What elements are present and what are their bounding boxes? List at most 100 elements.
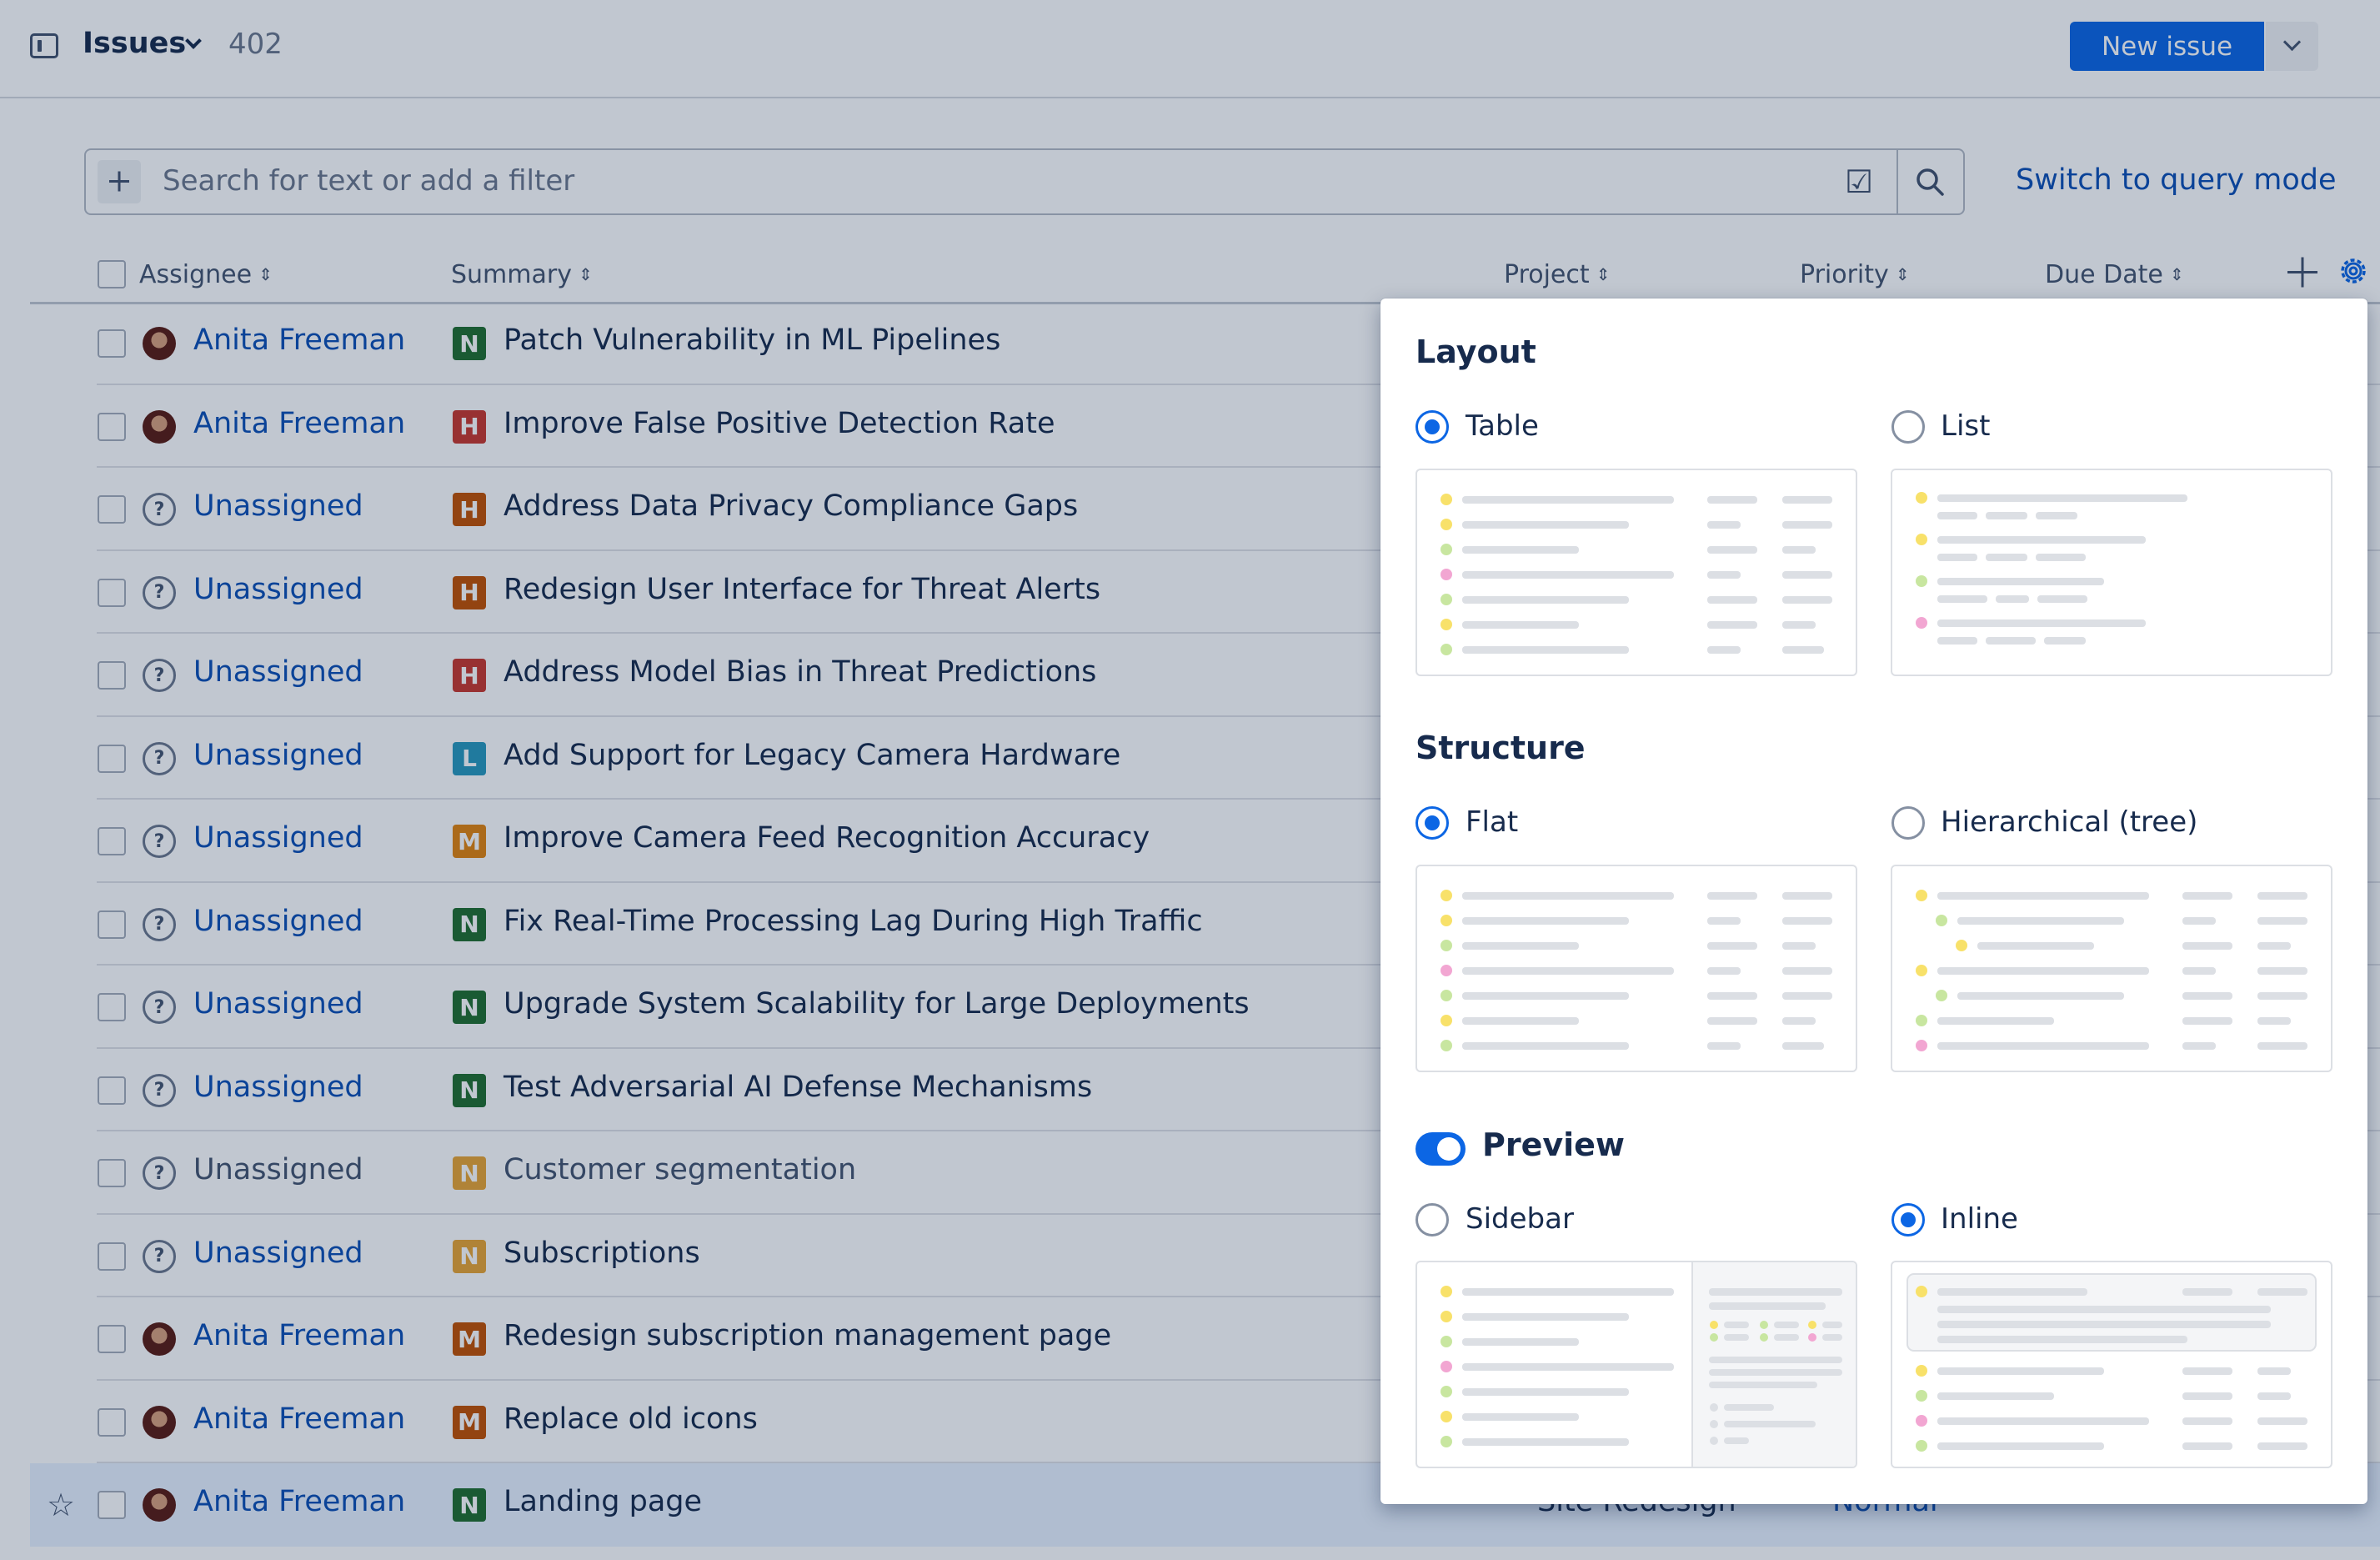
row-checkbox[interactable] (98, 993, 126, 1021)
structure-flat-radio[interactable] (1415, 806, 1449, 840)
assignee-link[interactable]: Unassigned (193, 1236, 363, 1270)
structure-flat-label[interactable]: Flat (1466, 805, 1518, 839)
sort-icon[interactable]: ⇕ (579, 266, 593, 283)
issue-summary[interactable]: Address Model Bias in Threat Predictions (504, 655, 1096, 689)
unassigned-avatar-icon: ? (143, 575, 176, 609)
page-title[interactable]: Issues (83, 27, 186, 60)
assignee-link[interactable]: Anita Freeman (193, 324, 405, 357)
row-checkbox[interactable] (98, 1159, 126, 1187)
assignee-link[interactable]: Anita Freeman (193, 407, 405, 440)
preview-toggle[interactable] (1415, 1132, 1466, 1166)
avatar (143, 1405, 176, 1439)
avatar (143, 1322, 176, 1356)
row-checkbox[interactable] (98, 1325, 126, 1353)
row-checkbox[interactable] (98, 495, 126, 524)
row-checkbox[interactable] (98, 1241, 126, 1271)
row-checkbox[interactable] (98, 1491, 126, 1519)
new-issue-button[interactable]: New issue (2070, 22, 2264, 71)
issue-summary[interactable]: Test Adversarial AI Defense Mechanisms (504, 1071, 1092, 1104)
row-checkbox[interactable] (98, 329, 126, 358)
layout-table-label[interactable]: Table (1466, 409, 1539, 443)
preview-sidebar-thumbnail[interactable] (1415, 1261, 1857, 1468)
layout-table-radio[interactable] (1415, 410, 1449, 444)
star-icon[interactable]: ☆ (47, 1488, 75, 1522)
issue-summary[interactable]: Fix Real-Time Processing Lag During High… (504, 905, 1203, 938)
sort-icon[interactable]: ⇕ (258, 266, 273, 283)
issue-summary[interactable]: Subscriptions (504, 1236, 700, 1270)
sort-icon[interactable]: ⇕ (2170, 266, 2184, 283)
saved-filter-check-icon[interactable]: ☑ (1842, 165, 1876, 198)
issue-summary[interactable]: Patch Vulnerability in ML Pipelines (504, 324, 1000, 357)
structure-tree-label[interactable]: Hierarchical (tree) (1941, 805, 2197, 839)
assignee-link[interactable]: Unassigned (193, 573, 363, 606)
priority-badge: M (453, 1322, 486, 1356)
issue-summary[interactable]: Improve Camera Feed Recognition Accuracy (504, 821, 1150, 855)
layout-list-radio[interactable] (1891, 410, 1925, 444)
thumb-rows (1907, 1273, 2317, 1452)
issue-summary[interactable]: Replace old icons (504, 1402, 758, 1436)
column-header-summary[interactable]: Summary ⇕ (451, 260, 593, 289)
row-checkbox[interactable] (98, 578, 126, 607)
sidebar-toggle-icon[interactable] (30, 33, 58, 58)
row-checkbox[interactable] (98, 412, 126, 441)
preview-sidebar-label[interactable]: Sidebar (1466, 1202, 1574, 1236)
column-header-project[interactable]: Project ⇕ (1504, 260, 1611, 289)
issue-summary[interactable]: Redesign User Interface for Threat Alert… (504, 573, 1100, 606)
layout-list-thumbnail[interactable] (1891, 469, 2332, 676)
row-checkbox[interactable] (98, 827, 126, 855)
preview-inline-thumbnail[interactable] (1891, 1261, 2332, 1468)
assignee-link[interactable]: Unassigned (193, 489, 363, 523)
add-column-icon[interactable] (2286, 255, 2319, 288)
unassigned-avatar-icon: ? (143, 659, 176, 692)
search-input[interactable]: Search for text or add a filter ☑ (84, 148, 1965, 215)
issue-summary[interactable]: Improve False Positive Detection Rate (504, 407, 1055, 440)
assignee-link[interactable]: Unassigned (193, 905, 363, 938)
issue-summary[interactable]: Add Support for Legacy Camera Hardware (504, 739, 1120, 772)
unassigned-avatar-icon: ? (143, 1156, 176, 1190)
issue-summary[interactable]: Upgrade System Scalability for Large Dep… (504, 987, 1250, 1021)
add-filter-button[interactable] (98, 160, 141, 203)
row-checkbox[interactable] (98, 744, 126, 773)
column-header-due-date[interactable]: Due Date ⇕ (2045, 260, 2184, 289)
layout-table-thumbnail[interactable] (1415, 469, 1857, 676)
row-checkbox[interactable] (98, 661, 126, 690)
preview-sidebar-radio[interactable] (1415, 1203, 1449, 1236)
issue-summary[interactable]: Landing page (504, 1485, 702, 1518)
chevron-down-icon[interactable] (185, 33, 202, 49)
assignee-link[interactable]: Anita Freeman (193, 1485, 405, 1518)
assignee-link[interactable]: Unassigned (193, 1071, 363, 1104)
assignee-link[interactable]: Unassigned (193, 1153, 363, 1186)
preview-inline-label[interactable]: Inline (1941, 1202, 2018, 1236)
assignee-link[interactable]: Unassigned (193, 987, 363, 1021)
row-checkbox[interactable] (98, 910, 126, 939)
assignee-link[interactable]: Anita Freeman (193, 1319, 405, 1352)
priority-badge: N (453, 1073, 486, 1107)
issue-summary[interactable]: Address Data Privacy Compliance Gaps (504, 489, 1078, 523)
sort-icon[interactable]: ⇕ (1896, 266, 1910, 283)
issue-summary[interactable]: Redesign subscription management page (504, 1319, 1111, 1352)
column-header-priority[interactable]: Priority ⇕ (1800, 260, 1910, 289)
layout-list-label[interactable]: List (1941, 409, 1990, 443)
row-checkbox[interactable] (98, 1076, 126, 1105)
structure-flat-thumbnail[interactable] (1415, 865, 1857, 1072)
issue-summary[interactable]: Customer segmentation (504, 1153, 856, 1186)
sort-icon[interactable]: ⇕ (1596, 266, 1611, 283)
column-header-assignee[interactable]: Assignee ⇕ (139, 260, 273, 289)
assignee-link[interactable]: Unassigned (193, 821, 363, 855)
column-label: Summary (451, 260, 572, 289)
gear-icon[interactable] (2336, 253, 2371, 288)
switch-to-query-mode-link[interactable]: Switch to query mode (2016, 163, 2337, 197)
preview-inline-radio[interactable] (1891, 1203, 1925, 1236)
select-all-checkbox[interactable] (98, 260, 126, 288)
column-label: Priority (1800, 260, 1889, 289)
assignee-link[interactable]: Unassigned (193, 739, 363, 772)
assignee-link[interactable]: Anita Freeman (193, 1402, 405, 1436)
avatar (143, 1488, 176, 1522)
search-icon[interactable] (1913, 165, 1947, 198)
structure-tree-thumbnail[interactable] (1891, 865, 2332, 1072)
new-issue-dropdown-button[interactable] (2266, 22, 2318, 71)
row-checkbox[interactable] (98, 1407, 126, 1437)
structure-tree-radio[interactable] (1891, 806, 1925, 840)
column-label: Project (1504, 260, 1590, 289)
assignee-link[interactable]: Unassigned (193, 655, 363, 689)
